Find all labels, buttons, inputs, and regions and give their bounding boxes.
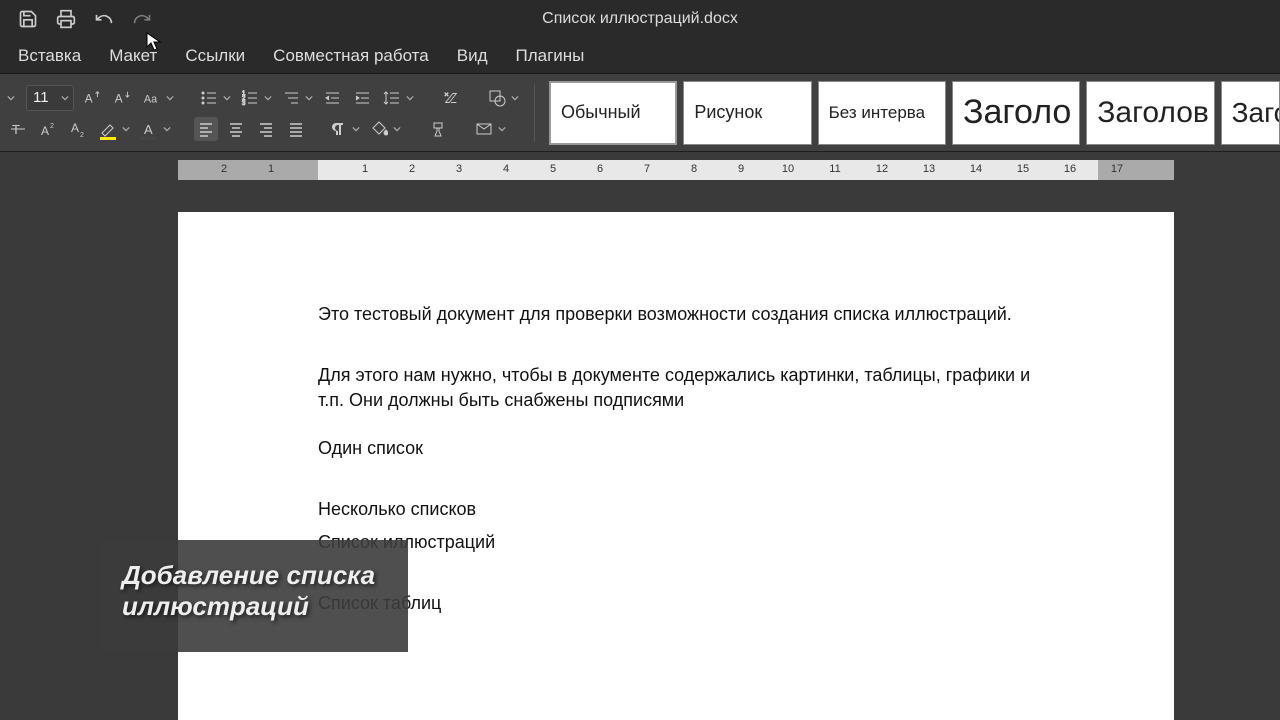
subscript-icon[interactable]: A2 [66,117,90,141]
undo-icon[interactable] [94,9,114,29]
style-drawing[interactable]: Рисунок [683,81,811,145]
svg-text:2: 2 [50,123,54,130]
ruler-area: 211234567891011121314151617 [0,152,1280,188]
paragraph[interactable]: Список таблиц [318,591,1034,616]
bullet-list-icon[interactable] [197,86,221,110]
clear-formatting-icon[interactable] [439,86,463,110]
paragraph-mark-dropdown[interactable] [351,117,361,141]
menu-references[interactable]: Ссылки [185,46,245,66]
style-no-spacing[interactable]: Без интерва [818,81,946,145]
svg-text:A: A [71,121,79,135]
mail-merge-icon[interactable] [472,117,496,141]
format-painter-icon[interactable] [426,117,450,141]
increase-indent-icon[interactable] [350,86,374,110]
styles-gallery: Обычный Рисунок Без интерва Заголо Загол… [541,77,1280,149]
paragraph[interactable]: Несколько списков [318,497,1034,522]
align-justify-icon[interactable] [284,117,308,141]
mail-merge-dropdown[interactable] [497,117,507,141]
increase-font-icon[interactable]: A [80,86,104,110]
change-case-icon[interactable]: Aa [140,86,164,110]
svg-text:A: A [115,92,123,105]
shading-dropdown[interactable] [392,117,402,141]
menu-collaboration[interactable]: Совместная работа [273,46,429,66]
align-right-icon[interactable] [254,117,278,141]
save-icon[interactable] [18,9,38,29]
titlebar: Список иллюстраций.docx [0,0,1280,38]
font-name-dropdown[interactable] [6,86,16,110]
document-title: Список иллюстраций.docx [542,10,738,28]
svg-text:Aa: Aa [144,93,157,105]
numbered-list-icon[interactable]: 123 [238,86,262,110]
menubar: Вставка Макет Ссылки Совместная работа В… [0,38,1280,74]
menu-view[interactable]: Вид [457,46,488,66]
style-heading3[interactable]: Заго [1221,81,1280,145]
svg-text:A: A [85,92,93,105]
svg-text:3: 3 [242,101,246,107]
toolbar-separator [534,84,535,142]
svg-text:A: A [144,122,153,137]
style-heading1[interactable]: Заголо [952,81,1080,145]
font-color-icon[interactable]: A [137,117,161,141]
font-size-input[interactable]: 11 [26,85,74,111]
style-normal[interactable]: Обычный [549,81,677,145]
menu-plugins[interactable]: Плагины [516,46,585,66]
multilevel-list-dropdown[interactable] [304,86,314,110]
numbered-list-dropdown[interactable] [263,86,273,110]
redo-icon[interactable] [132,9,152,29]
style-heading2[interactable]: Заголов [1086,81,1214,145]
toolbar: 11 A A Aa 123 [0,74,1280,152]
font-size-value: 11 [33,89,49,106]
caption-overlay: Добавление списка иллюстраций [102,540,408,652]
paragraph[interactable]: Список иллюстраций [318,530,1034,555]
align-center-icon[interactable] [224,117,248,141]
decrease-indent-icon[interactable] [320,86,344,110]
mouse-cursor-icon [146,32,162,52]
line-spacing-dropdown[interactable] [405,86,415,110]
line-spacing-icon[interactable] [380,86,404,110]
highlight-color-dropdown[interactable] [121,117,131,141]
paragraph[interactable]: Для этого нам нужно, чтобы в документе с… [318,363,1034,413]
insert-shape-dropdown[interactable] [510,86,520,110]
multilevel-list-icon[interactable] [279,86,303,110]
bullet-list-dropdown[interactable] [222,86,232,110]
insert-shape-icon[interactable] [485,86,509,110]
font-color-dropdown[interactable] [162,117,172,141]
caption-line2: иллюстраций [122,591,388,622]
print-icon[interactable] [56,9,76,29]
superscript-icon[interactable]: A2 [36,117,60,141]
menu-insert[interactable]: Вставка [18,46,81,66]
paragraph[interactable]: Это тестовый документ для проверки возмо… [318,302,1034,327]
svg-text:2: 2 [80,132,84,138]
paragraph-mark-icon[interactable] [326,117,350,141]
caption-line1: Добавление списка [122,560,388,591]
strikethrough-icon[interactable]: T [6,117,30,141]
svg-text:A: A [41,124,49,138]
change-case-dropdown[interactable] [165,86,175,110]
decrease-font-icon[interactable]: A [110,86,134,110]
horizontal-ruler[interactable]: 211234567891011121314151617 [178,160,1174,180]
align-left-icon[interactable] [194,117,218,141]
highlight-color-icon[interactable] [96,117,120,141]
shading-icon[interactable] [367,117,391,141]
paragraph[interactable]: Один список [318,436,1034,461]
